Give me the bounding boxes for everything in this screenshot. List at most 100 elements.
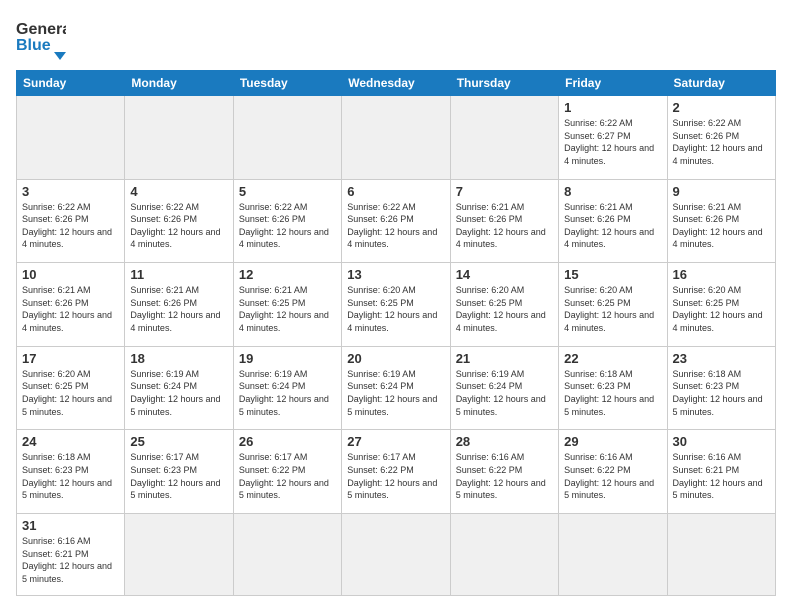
calendar-cell: 20 Sunrise: 6:19 AM Sunset: 6:24 PM Dayli… — [342, 346, 450, 430]
logo: General Blue — [16, 16, 66, 60]
calendar-cell — [125, 514, 233, 596]
calendar-cell: 21Sunrise: 6:19 AM Sunset: 6:24 PM Dayli… — [450, 346, 558, 430]
day-number: 8 — [564, 184, 661, 199]
calendar-cell: 26Sunrise: 6:17 AM Sunset: 6:22 PM Dayli… — [233, 430, 341, 514]
calendar-cell: 22 Sunrise: 6:18 AM Sunset: 6:23 PM Dayli… — [559, 346, 667, 430]
calendar-cell — [342, 514, 450, 596]
day-info: Sunrise: 6:21 AM Sunset: 6:26 PM Dayligh… — [130, 284, 227, 334]
day-number: 28 — [456, 434, 553, 449]
day-info: Sunrise: 6:21 AM Sunset: 6:26 PM Dayligh… — [22, 284, 119, 334]
day-number: 20 — [347, 351, 444, 366]
day-info: Sunrise: 6:21 AM Sunset: 6:26 PM Dayligh… — [564, 201, 661, 251]
calendar-cell: 18 Sunrise: 6:19 AM Sunset: 6:24 PM Dayli… — [125, 346, 233, 430]
calendar-cell — [125, 96, 233, 180]
weekday-header-saturday: Saturday — [667, 71, 775, 96]
day-info: Sunrise: 6:18 AM Sunset: 6:23 PM Dayligh… — [673, 368, 770, 418]
calendar-cell: 6Sunrise: 6:22 AM Sunset: 6:26 PM Daylig… — [342, 179, 450, 263]
calendar-week-row: 24 Sunrise: 6:18 AM Sunset: 6:23 PM Dayli… — [17, 430, 776, 514]
calendar-cell: 4 Sunrise: 6:22 AM Sunset: 6:26 PM Daylig… — [125, 179, 233, 263]
weekday-header-wednesday: Wednesday — [342, 71, 450, 96]
calendar-cell — [233, 96, 341, 180]
calendar-cell — [559, 514, 667, 596]
calendar-cell — [450, 514, 558, 596]
day-number: 25 — [130, 434, 227, 449]
day-info: Sunrise: 6:20 AM Sunset: 6:25 PM Dayligh… — [347, 284, 444, 334]
day-number: 17 — [22, 351, 119, 366]
calendar-cell — [233, 514, 341, 596]
calendar-cell — [17, 96, 125, 180]
day-number: 12 — [239, 267, 336, 282]
day-info: Sunrise: 6:20 AM Sunset: 6:25 PM Dayligh… — [456, 284, 553, 334]
day-number: 27 — [347, 434, 444, 449]
logo-icon: General Blue — [16, 16, 66, 60]
calendar-table: SundayMondayTuesdayWednesdayThursdayFrid… — [16, 70, 776, 596]
day-number: 22 — [564, 351, 661, 366]
calendar-cell: 5 Sunrise: 6:22 AM Sunset: 6:26 PM Daylig… — [233, 179, 341, 263]
day-info: Sunrise: 6:16 AM Sunset: 6:21 PM Dayligh… — [22, 535, 119, 585]
calendar-week-row: 17Sunrise: 6:20 AM Sunset: 6:25 PM Dayli… — [17, 346, 776, 430]
calendar-cell: 23 Sunrise: 6:18 AM Sunset: 6:23 PM Dayli… — [667, 346, 775, 430]
day-number: 29 — [564, 434, 661, 449]
weekday-header-friday: Friday — [559, 71, 667, 96]
calendar-cell — [450, 96, 558, 180]
day-info: Sunrise: 6:20 AM Sunset: 6:25 PM Dayligh… — [564, 284, 661, 334]
day-number: 7 — [456, 184, 553, 199]
calendar-cell: 14 Sunrise: 6:20 AM Sunset: 6:25 PM Dayli… — [450, 263, 558, 347]
calendar-cell: 2Sunrise: 6:22 AM Sunset: 6:26 PM Daylig… — [667, 96, 775, 180]
day-number: 10 — [22, 267, 119, 282]
day-number: 23 — [673, 351, 770, 366]
day-info: Sunrise: 6:19 AM Sunset: 6:24 PM Dayligh… — [456, 368, 553, 418]
day-number: 16 — [673, 267, 770, 282]
day-info: Sunrise: 6:21 AM Sunset: 6:25 PM Dayligh… — [239, 284, 336, 334]
day-number: 11 — [130, 267, 227, 282]
day-info: Sunrise: 6:22 AM Sunset: 6:26 PM Dayligh… — [130, 201, 227, 251]
svg-text:General: General — [16, 21, 66, 38]
day-number: 14 — [456, 267, 553, 282]
day-info: Sunrise: 6:17 AM Sunset: 6:22 PM Dayligh… — [239, 451, 336, 501]
page: General Blue SundayMondayTuesdayWednesda… — [0, 0, 792, 612]
calendar-cell: 3Sunrise: 6:22 AM Sunset: 6:26 PM Daylig… — [17, 179, 125, 263]
day-number: 4 — [130, 184, 227, 199]
calendar-cell: 24 Sunrise: 6:18 AM Sunset: 6:23 PM Dayli… — [17, 430, 125, 514]
calendar-cell: 29Sunrise: 6:16 AM Sunset: 6:22 PM Dayli… — [559, 430, 667, 514]
header: General Blue — [16, 16, 776, 60]
day-number: 2 — [673, 100, 770, 115]
day-info: Sunrise: 6:22 AM Sunset: 6:26 PM Dayligh… — [22, 201, 119, 251]
calendar-week-row: 10 Sunrise: 6:21 AM Sunset: 6:26 PM Dayli… — [17, 263, 776, 347]
day-info: Sunrise: 6:22 AM Sunset: 6:26 PM Dayligh… — [239, 201, 336, 251]
weekday-header-tuesday: Tuesday — [233, 71, 341, 96]
calendar-week-row: 1 Sunrise: 6:22 AM Sunset: 6:27 PM Daylig… — [17, 96, 776, 180]
day-info: Sunrise: 6:17 AM Sunset: 6:23 PM Dayligh… — [130, 451, 227, 501]
day-number: 1 — [564, 100, 661, 115]
day-number: 31 — [22, 518, 119, 533]
day-info: Sunrise: 6:16 AM Sunset: 6:21 PM Dayligh… — [673, 451, 770, 501]
day-number: 5 — [239, 184, 336, 199]
day-number: 30 — [673, 434, 770, 449]
calendar-cell: 31 Sunrise: 6:16 AM Sunset: 6:21 PM Dayli… — [17, 514, 125, 596]
day-number: 9 — [673, 184, 770, 199]
day-info: Sunrise: 6:19 AM Sunset: 6:24 PM Dayligh… — [239, 368, 336, 418]
day-info: Sunrise: 6:19 AM Sunset: 6:24 PM Dayligh… — [347, 368, 444, 418]
day-info: Sunrise: 6:20 AM Sunset: 6:25 PM Dayligh… — [673, 284, 770, 334]
calendar-cell: 30 Sunrise: 6:16 AM Sunset: 6:21 PM Dayli… — [667, 430, 775, 514]
day-info: Sunrise: 6:18 AM Sunset: 6:23 PM Dayligh… — [22, 451, 119, 501]
day-info: Sunrise: 6:16 AM Sunset: 6:22 PM Dayligh… — [456, 451, 553, 501]
day-number: 19 — [239, 351, 336, 366]
calendar-week-row: 31 Sunrise: 6:16 AM Sunset: 6:21 PM Dayli… — [17, 514, 776, 596]
calendar-cell: 8 Sunrise: 6:21 AM Sunset: 6:26 PM Daylig… — [559, 179, 667, 263]
day-number: 24 — [22, 434, 119, 449]
calendar-cell: 7Sunrise: 6:21 AM Sunset: 6:26 PM Daylig… — [450, 179, 558, 263]
calendar-cell: 9Sunrise: 6:21 AM Sunset: 6:26 PM Daylig… — [667, 179, 775, 263]
day-info: Sunrise: 6:19 AM Sunset: 6:24 PM Dayligh… — [130, 368, 227, 418]
day-info: Sunrise: 6:22 AM Sunset: 6:27 PM Dayligh… — [564, 117, 661, 167]
calendar-cell: 27Sunrise: 6:17 AM Sunset: 6:22 PM Dayli… — [342, 430, 450, 514]
calendar-week-row: 3Sunrise: 6:22 AM Sunset: 6:26 PM Daylig… — [17, 179, 776, 263]
calendar-cell: 1 Sunrise: 6:22 AM Sunset: 6:27 PM Daylig… — [559, 96, 667, 180]
calendar-cell: 17Sunrise: 6:20 AM Sunset: 6:25 PM Dayli… — [17, 346, 125, 430]
day-number: 18 — [130, 351, 227, 366]
day-info: Sunrise: 6:18 AM Sunset: 6:23 PM Dayligh… — [564, 368, 661, 418]
calendar-cell: 11 Sunrise: 6:21 AM Sunset: 6:26 PM Dayli… — [125, 263, 233, 347]
calendar-cell — [667, 514, 775, 596]
svg-text:Blue: Blue — [16, 37, 51, 54]
calendar-cell: 10 Sunrise: 6:21 AM Sunset: 6:26 PM Dayli… — [17, 263, 125, 347]
